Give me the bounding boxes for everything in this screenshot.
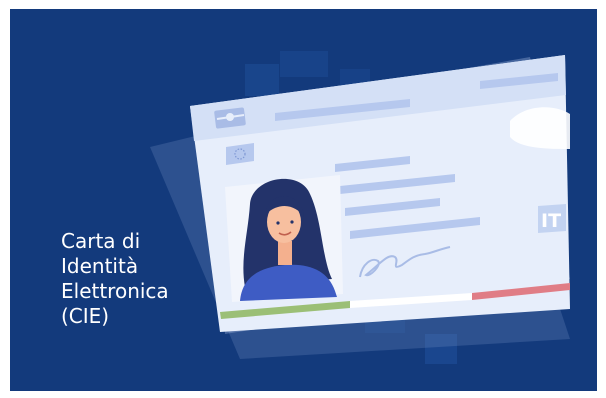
id-card: IT bbox=[190, 55, 570, 332]
id-card-illustration: IT bbox=[150, 51, 570, 364]
title-line: Carta di bbox=[61, 229, 141, 253]
portrait-photo bbox=[225, 175, 343, 302]
country-code: IT bbox=[541, 210, 561, 232]
document-title: Carta di Identità Elettronica (CIE) bbox=[61, 229, 169, 329]
title-line: Elettronica bbox=[61, 279, 169, 303]
cie-banner: IT Carta di Identità Elettronica (CIE) bbox=[10, 9, 597, 391]
chip-icon bbox=[214, 107, 246, 129]
title-line: Identità bbox=[61, 254, 139, 278]
title-line: (CIE) bbox=[61, 304, 110, 328]
